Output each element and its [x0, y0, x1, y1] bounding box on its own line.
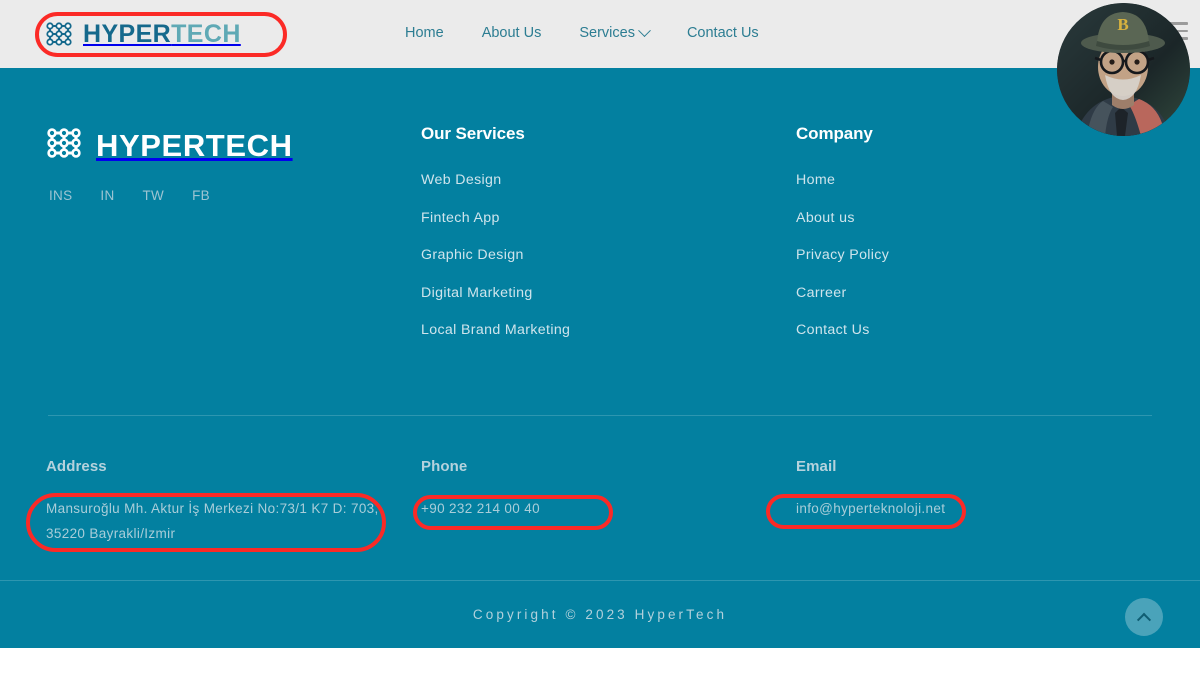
- avatar[interactable]: B: [1057, 3, 1190, 136]
- footer-logo[interactable]: HYPERTECH: [44, 123, 293, 168]
- footer-services-heading: Our Services: [421, 124, 525, 143]
- list-item: Contact Us: [796, 321, 889, 339]
- site-header: HYPERTECH Home About Us Services Contact…: [0, 0, 1200, 68]
- instagram-link[interactable]: INS: [49, 188, 72, 203]
- footer-address-value: Mansuroğlu Mh. Aktur İş Merkezi No:73/1 …: [46, 501, 379, 541]
- footer-phone-block: Phone +90 232 214 00 40: [421, 458, 721, 522]
- footer-link-web-design[interactable]: Web Design: [421, 172, 502, 188]
- footer-company-column: Company Home About us Privacy Policy Car…: [796, 124, 889, 359]
- node-grid-icon: [44, 123, 84, 168]
- footer-brand-column: HYPERTECH INS IN TW FB: [44, 123, 293, 203]
- footer-email-heading: Email: [796, 458, 837, 475]
- list-item: About us: [796, 209, 889, 227]
- footer-address-heading: Address: [46, 458, 107, 475]
- logo-text-primary: HYPER: [83, 19, 172, 48]
- avatar-portrait-icon: B: [1057, 3, 1190, 136]
- social-links: INS IN TW FB: [44, 188, 293, 203]
- footer-link-local-brand-marketing[interactable]: Local Brand Marketing: [421, 322, 570, 338]
- page-root: HYPERTECH Home About Us Services Contact…: [0, 0, 1200, 675]
- list-item: Privacy Policy: [796, 246, 889, 264]
- header-logo-text: HYPERTECH: [83, 19, 241, 48]
- footer-phone-value: +90 232 214 00 40: [421, 497, 721, 522]
- footer-phone-heading: Phone: [421, 458, 468, 475]
- footer-link-about-us[interactable]: About us: [796, 210, 855, 226]
- nav-item-home[interactable]: Home: [405, 25, 444, 41]
- footer-company-heading: Company: [796, 124, 873, 143]
- phone-link[interactable]: +90 232 214 00 40: [421, 501, 540, 516]
- nav-label-contact-us: Contact Us: [686, 25, 759, 41]
- footer-logo-text: HYPERTECH: [96, 128, 293, 163]
- footer-link-carreer[interactable]: Carreer: [796, 285, 847, 301]
- footer-contact-strip: Address Mansuroğlu Mh. Aktur İş Merkezi …: [0, 416, 1200, 580]
- facebook-link[interactable]: FB: [192, 188, 210, 203]
- svg-text:B: B: [1117, 15, 1128, 34]
- list-item: Web Design: [421, 171, 570, 189]
- header-logo[interactable]: HYPERTECH: [44, 17, 241, 51]
- nav-item-services[interactable]: Services: [579, 23, 651, 41]
- nav-label-about-us: About Us: [481, 25, 542, 41]
- site-footer: HYPERTECH INS IN TW FB Our Services Web …: [0, 68, 1200, 648]
- nav-item-contact-us[interactable]: Contact Us: [687, 25, 759, 41]
- footer-link-graphic-design[interactable]: Graphic Design: [421, 247, 524, 263]
- nav-item-about-us[interactable]: About Us: [482, 25, 542, 41]
- chevron-up-icon: [1136, 612, 1152, 627]
- footer-address-block: Address Mansuroğlu Mh. Aktur İş Merkezi …: [46, 458, 386, 547]
- linkedin-link[interactable]: IN: [100, 188, 114, 203]
- footer-link-privacy-policy[interactable]: Privacy Policy: [796, 247, 889, 263]
- footer-services-list: Web Design Fintech App Graphic Design Di…: [421, 171, 570, 339]
- list-item: Digital Marketing: [421, 284, 570, 302]
- footer-link-contact-us[interactable]: Contact Us: [796, 322, 870, 338]
- footer-email-value: info@hyperteknoloji.net: [796, 497, 1096, 522]
- logo-text-secondary: TECH: [171, 19, 241, 48]
- footer-company-list: Home About us Privacy Policy Carreer Con…: [796, 171, 889, 339]
- nav-label-home: Home: [405, 25, 444, 41]
- main-navigation: Home About Us Services Contact Us: [405, 23, 759, 41]
- nav-label-services: Services: [579, 25, 635, 41]
- list-item: Graphic Design: [421, 246, 570, 264]
- footer-link-digital-marketing[interactable]: Digital Marketing: [421, 285, 533, 301]
- list-item: Fintech App: [421, 209, 570, 227]
- email-link[interactable]: info@hyperteknoloji.net: [796, 501, 945, 516]
- twitter-link[interactable]: TW: [143, 188, 165, 203]
- footer-services-column: Our Services Web Design Fintech App Grap…: [421, 124, 570, 359]
- chevron-down-icon: [638, 23, 651, 37]
- footer-main: HYPERTECH INS IN TW FB Our Services Web …: [0, 68, 1200, 415]
- node-grid-icon: [44, 19, 74, 49]
- scroll-to-top-button[interactable]: [1125, 598, 1163, 636]
- list-item: Home: [796, 171, 889, 189]
- footer-copyright-bar: Copyright © 2023 HyperTech: [0, 581, 1200, 648]
- copyright-text: Copyright © 2023 HyperTech: [472, 607, 728, 622]
- footer-link-home[interactable]: Home: [796, 172, 835, 188]
- list-item: Local Brand Marketing: [421, 321, 570, 339]
- list-item: Carreer: [796, 284, 889, 302]
- footer-link-fintech-app[interactable]: Fintech App: [421, 210, 500, 226]
- footer-email-block: Email info@hyperteknoloji.net: [796, 458, 1096, 522]
